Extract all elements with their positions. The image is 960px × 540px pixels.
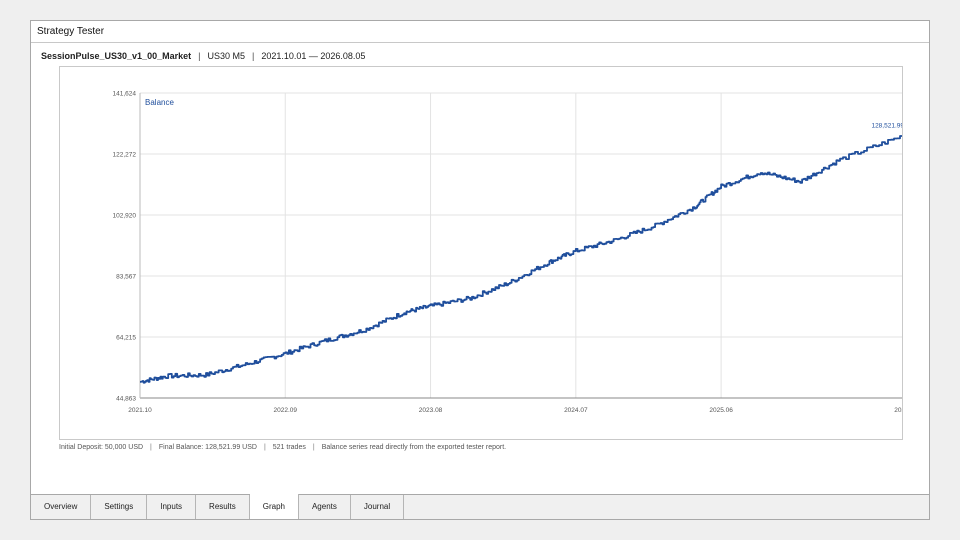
initial-deposit: Initial Deposit: 50,000 USD [59, 444, 144, 451]
tab-graph[interactable]: Graph [249, 494, 299, 519]
strategy-tester-window: Strategy Tester SessionPulse_US30_v1_00_… [30, 20, 930, 520]
y-tick-label: 102,920 [113, 213, 137, 220]
x-tick-label: 2021.10 [128, 407, 152, 414]
trade-count: 521 trades [272, 444, 306, 451]
x-tick-label: 2023.08 [419, 407, 443, 414]
y-tick-label: 122,272 [113, 152, 137, 159]
tab-results[interactable]: Results [196, 495, 250, 519]
separator: | [263, 444, 266, 451]
separator: | [150, 444, 152, 451]
tab-agents[interactable]: Agents [299, 495, 351, 519]
balance-line [140, 135, 902, 384]
last-value-label: 128,521.99 [871, 122, 902, 129]
report-header: SessionPulse_US30_v1_00_Market | US30 M5 | 2… [41, 51, 365, 61]
x-tick-label: 2024.07 [564, 407, 588, 414]
final-balance: Final Balance: 128,521.99 USD [158, 444, 257, 451]
x-tick-label: 2026.08 [894, 407, 902, 414]
symbol-timeframe: US30 M5 [207, 51, 245, 61]
y-tick-label: 141,624 [113, 91, 137, 98]
window-title: Strategy Tester [31, 21, 929, 43]
report-footer: Initial Deposit: 50,000 USD | Final Balanc… [59, 444, 506, 451]
chart-canvas: 44,863 64,215 83,567 102,920 122,272 141,624 2… [113, 91, 902, 414]
tester-tabs: Overview Settings Inputs Results Graph Agents… [31, 494, 929, 519]
y-tick-label: 83,567 [116, 274, 136, 281]
x-tick-label: 2022.09 [274, 407, 298, 414]
balance-chart: 44,863 64,215 83,567 102,920 122,272 141,624 2… [59, 66, 903, 440]
separator: | [312, 444, 315, 451]
separator: | [251, 51, 255, 61]
tab-settings[interactable]: Settings [91, 495, 148, 519]
tab-inputs[interactable]: Inputs [147, 495, 197, 519]
legend-balance: Balance [145, 98, 174, 107]
expert-name: SessionPulse_US30_v1_00_Market [41, 51, 192, 61]
y-tick-label: 64,215 [116, 335, 136, 342]
footer-note: Balance series read directly from the ex… [321, 444, 507, 451]
tab-overview[interactable]: Overview [31, 495, 92, 519]
test-period: 2021.10.01 — 2026.08.05 [261, 51, 366, 61]
separator: | [198, 51, 201, 61]
x-tick-label: 2025.06 [709, 407, 733, 414]
y-tick-label: 44,863 [116, 396, 136, 403]
tab-journal[interactable]: Journal [351, 495, 405, 519]
